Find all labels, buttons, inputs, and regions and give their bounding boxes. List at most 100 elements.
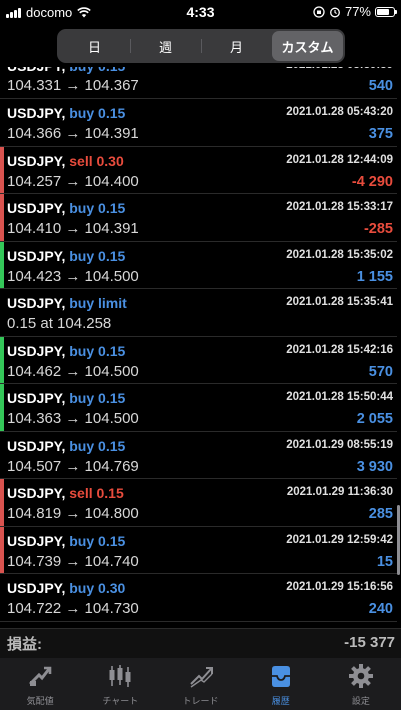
trade-status-stripe bbox=[0, 194, 4, 241]
trade-title: USDJPY, buy 0.30 bbox=[7, 580, 125, 596]
trade-prices: 104.739 → 104.740 bbox=[7, 552, 139, 570]
trade-prices: 104.410 → 104.391 bbox=[7, 220, 139, 237]
segment-3[interactable]: カスタム bbox=[272, 31, 343, 61]
trade-datetime: 2021.01.29 08:55:19 bbox=[286, 438, 393, 451]
trade-title: USDJPY, buy 0.15 bbox=[7, 390, 125, 406]
tab-label: トレード bbox=[182, 696, 219, 706]
trade-datetime: 2021.01.28 15:42:16 bbox=[286, 343, 393, 356]
trade-prices: 104.722 → 104.730 bbox=[7, 600, 139, 617]
trade-profit: 1 155 bbox=[356, 268, 393, 285]
trade-prices: 0.15 at 104.258 bbox=[7, 315, 112, 332]
trade-status-stripe bbox=[0, 479, 4, 526]
profit-summary: 損益: -15 377 bbox=[0, 628, 401, 659]
trade-prices: 104.819 → 104.800 bbox=[7, 505, 139, 522]
tab-settings[interactable]: 設定 bbox=[321, 658, 401, 710]
tab-label: 気配値 bbox=[26, 696, 54, 706]
trade-prices: 104.507 → 104.769 bbox=[7, 457, 139, 475]
trade-row[interactable]: USDJPY, buy 0.15 2021.01.28 15:35:02 104.4… bbox=[0, 241, 397, 289]
trade-symbol: USDJPY, bbox=[7, 390, 66, 406]
trade-side: buy 0.15 bbox=[69, 247, 126, 264]
tab-quotes[interactable]: 気配値 bbox=[0, 658, 80, 710]
trade-profit: 3 930 bbox=[356, 458, 393, 475]
trade-title: USDJPY, buy 0.15 bbox=[7, 248, 125, 264]
profit-total: -15 377 bbox=[344, 634, 395, 651]
trade-side: buy 0.15 bbox=[69, 532, 126, 549]
trade-status-stripe bbox=[0, 336, 4, 383]
trade-side: buy 0.15 bbox=[69, 437, 126, 454]
scroll-indicator[interactable] bbox=[397, 505, 400, 575]
trade-row[interactable]: USDJPY, buy 0.15 2021.01.29 08:55:19 104.5… bbox=[0, 431, 397, 479]
tab-history[interactable]: 履歴 bbox=[241, 658, 321, 710]
trade-datetime: 2021.01.28 15:35:41 bbox=[286, 296, 393, 308]
trade-status-stripe bbox=[0, 241, 4, 288]
trade-row[interactable]: USDJPY, sell 0.30 2021.01.28 12:44:09 104.… bbox=[0, 146, 397, 194]
trade-prices: 104.423 → 104.500 bbox=[7, 267, 139, 285]
segment-1[interactable]: 週 bbox=[130, 31, 201, 61]
trade-status-stripe bbox=[0, 526, 4, 573]
segment-0[interactable]: 日 bbox=[59, 31, 130, 61]
status-right: 77% bbox=[313, 4, 397, 19]
trade-symbol: USDJPY, bbox=[7, 580, 66, 596]
trade-row[interactable]: USDJPY, buy 0.30 2021.01.29 15:16:56 104.7… bbox=[0, 574, 397, 622]
trade-title: USDJPY, sell 0.30 bbox=[7, 153, 124, 169]
trade-row[interactable]: USDJPY, buy 0.15 2021.01.28 05:43:20 104.3… bbox=[0, 99, 397, 147]
trade-side: buy 0.15 bbox=[69, 390, 126, 406]
period-segmented-control: 日週月カスタム bbox=[57, 29, 345, 63]
trade-profit: 285 bbox=[368, 506, 393, 522]
segment-2[interactable]: 月 bbox=[201, 31, 272, 61]
trade-row[interactable]: USDJPY, buy 0.15 2021.01.28 15:42:16 104.4… bbox=[0, 336, 397, 384]
trade-prices: 104.366 → 104.391 bbox=[7, 125, 139, 142]
trade-profit: 2 055 bbox=[356, 411, 393, 427]
trade-side: buy 0.15 bbox=[69, 67, 125, 74]
trade-title: USDJPY, buy 0.15 bbox=[7, 200, 125, 216]
trade-symbol: USDJPY, bbox=[7, 105, 66, 121]
trade-side: buy 0.30 bbox=[69, 580, 126, 596]
trade-profit: 375 bbox=[368, 126, 393, 142]
trade-row[interactable]: USDJPY, buy 0.15 2021.01.28 15:50:44 104.3… bbox=[0, 384, 397, 432]
trade-symbol: USDJPY, bbox=[7, 247, 66, 264]
alarm-icon bbox=[330, 7, 340, 17]
trade-datetime: 2021.01.28 12:44:09 bbox=[286, 153, 393, 166]
status-bar: docomo 4:33 77% bbox=[0, 0, 401, 24]
history-list[interactable]: USDJPY, buy 0.15 2021.01.28 05:39:59 104.3… bbox=[0, 67, 397, 627]
trade-title: USDJPY, buy 0.15 bbox=[7, 343, 125, 359]
trade-title: USDJPY, sell 0.15 bbox=[7, 485, 124, 501]
history-icon bbox=[267, 662, 295, 690]
trade-datetime: 2021.01.28 15:50:44 bbox=[286, 391, 393, 403]
trade-title: USDJPY, buy 0.15 bbox=[7, 438, 125, 454]
trade-symbol: USDJPY, bbox=[7, 152, 66, 169]
trade-title: USDJPY, buy 0.15 bbox=[7, 105, 125, 121]
trade-status-stripe bbox=[0, 384, 4, 431]
trade-side: sell 0.30 bbox=[69, 152, 124, 169]
battery-percent: 77% bbox=[344, 4, 371, 19]
trade-datetime: 2021.01.29 12:59:42 bbox=[286, 533, 393, 546]
trade-profit: 570 bbox=[368, 363, 393, 380]
trade-row[interactable]: USDJPY, buy limit 2021.01.28 15:35:41 0.15… bbox=[0, 289, 397, 337]
tab-chart[interactable]: チャート bbox=[80, 658, 160, 710]
trade-title: USDJPY, buy limit bbox=[7, 295, 127, 311]
tab-label: 履歴 bbox=[271, 696, 290, 706]
trade-row[interactable]: USDJPY, buy 0.15 2021.01.28 05:39:59 104.3… bbox=[0, 67, 397, 99]
trade-title: USDJPY, buy 0.15 bbox=[7, 533, 125, 549]
trade-datetime: 2021.01.28 15:33:17 bbox=[286, 201, 393, 213]
trade-symbol: USDJPY, bbox=[7, 342, 66, 359]
trade-row[interactable]: USDJPY, buy 0.15 2021.01.29 12:59:42 104.7… bbox=[0, 526, 397, 574]
trade-profit: -4 290 bbox=[351, 173, 393, 190]
quotes-icon bbox=[26, 662, 54, 690]
tab-trade[interactable]: トレード bbox=[160, 658, 240, 710]
trade-icon bbox=[187, 662, 215, 690]
trade-row[interactable]: USDJPY, sell 0.15 2021.01.29 11:36:30 104.… bbox=[0, 479, 397, 527]
trade-prices: 104.331 → 104.367 bbox=[7, 77, 139, 94]
trade-symbol: USDJPY, bbox=[7, 532, 66, 549]
trade-row[interactable]: USDJPY, buy 0.15 2021.01.28 15:33:17 104.4… bbox=[0, 194, 397, 242]
trade-datetime: 2021.01.28 05:39:59 bbox=[286, 67, 393, 71]
trade-datetime: 2021.01.29 15:16:56 bbox=[286, 581, 393, 593]
trade-profit: 540 bbox=[368, 78, 393, 94]
trade-profit: 15 bbox=[376, 553, 393, 570]
trade-profit: 240 bbox=[368, 601, 393, 617]
trade-prices: 104.462 → 104.500 bbox=[7, 362, 139, 380]
trade-side: buy 0.15 bbox=[69, 105, 126, 121]
trade-profit: -285 bbox=[363, 221, 393, 237]
profit-label: 損益: bbox=[7, 636, 42, 653]
trade-datetime: 2021.01.28 15:35:02 bbox=[286, 248, 393, 261]
